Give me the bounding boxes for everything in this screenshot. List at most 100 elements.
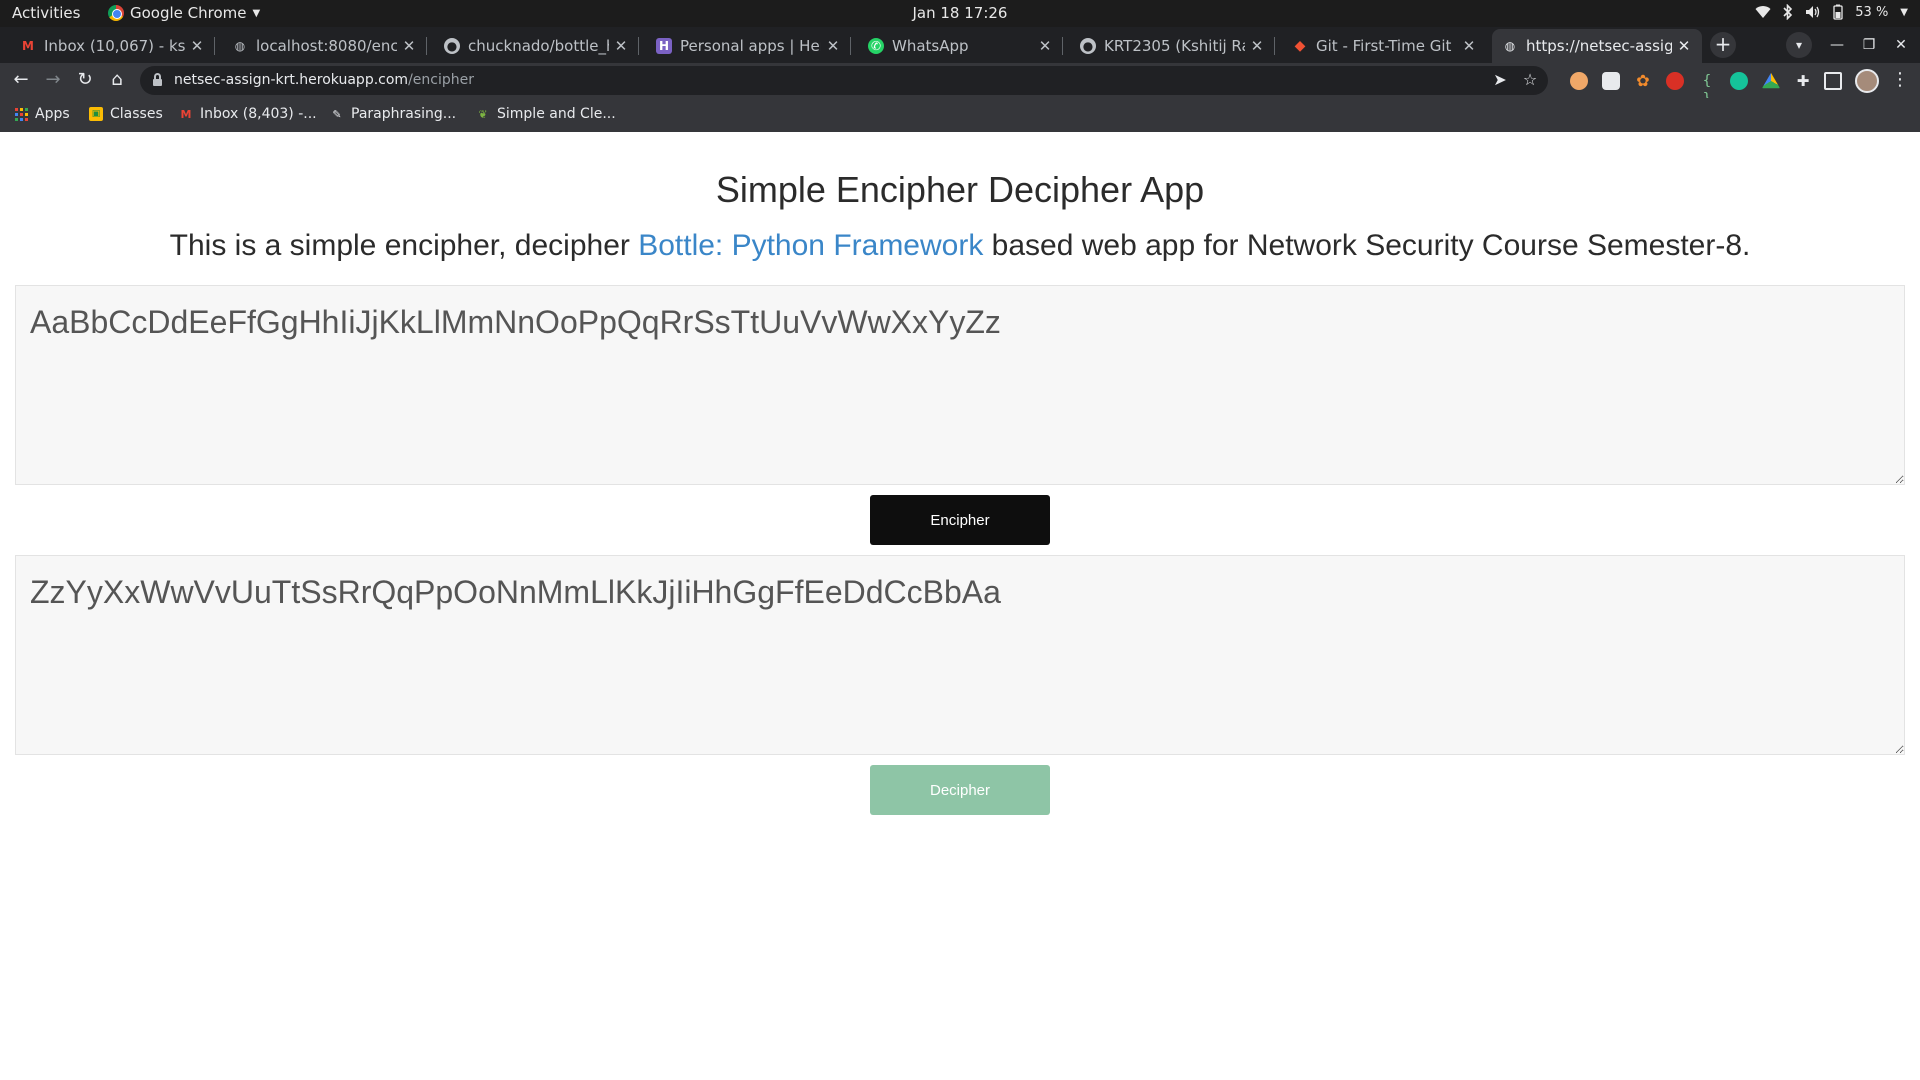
github-icon: ● [1080, 38, 1096, 54]
tab-title: https://netsec-assign [1526, 37, 1672, 55]
classroom-icon: ▣ [89, 107, 103, 121]
tab-netsec-assign[interactable]: ◍ https://netsec-assign ✕ [1492, 29, 1702, 63]
back-button[interactable]: ← [8, 67, 34, 93]
quill-icon: ✎ [332, 107, 342, 121]
tab-title: KRT2305 (Kshitij Ram [1104, 37, 1245, 55]
app-menu[interactable]: Google Chrome ▼ [108, 4, 260, 22]
url-path: /encipher [408, 72, 474, 88]
bookmark-paraphrasing[interactable]: ✎ Paraphrasing... [330, 106, 456, 122]
close-icon[interactable]: ✕ [613, 37, 629, 55]
battery-icon [1833, 4, 1843, 20]
gmail-icon: M [22, 39, 34, 53]
close-window-button[interactable]: ✕ [1890, 32, 1912, 58]
decipher-input[interactable]: ZzYyXxWwVvUuTtSsRrQqPpOoNnMmLlKkJjIiHhGg… [15, 555, 1905, 755]
bluetooth-icon [1783, 4, 1793, 20]
minimize-button[interactable]: — [1826, 32, 1848, 58]
side-panel-icon[interactable] [1824, 72, 1842, 90]
close-icon[interactable]: ✕ [401, 37, 417, 55]
url-domain: netsec-assign-krt.herokuapp.com [174, 72, 409, 88]
github-icon: ● [444, 38, 460, 54]
bookmark-label: Classes [110, 106, 163, 122]
tab-strip: M Inbox (10,067) - kstad ✕ ◍ localhost:8… [0, 27, 1920, 63]
bookmark-label: Paraphrasing... [351, 106, 457, 122]
close-icon[interactable]: ✕ [1461, 37, 1477, 55]
tab-title: Inbox (10,067) - kstad [44, 37, 185, 55]
tab-title: WhatsApp [892, 37, 969, 55]
close-icon[interactable]: ✕ [1676, 37, 1692, 55]
tab-gmail-inbox[interactable]: M Inbox (10,067) - kstad ✕ [10, 29, 215, 63]
extension-grid-icon[interactable] [1602, 72, 1620, 90]
tab-localhost[interactable]: ◍ localhost:8080/enc-de ✕ [222, 29, 427, 63]
web-page: Simple Encipher Decipher App This is a s… [0, 132, 1920, 1080]
whatsapp-icon: ✆ [868, 38, 884, 54]
page-subtitle: This is a simple encipher, decipher Bott… [0, 229, 1920, 263]
leaf-icon: ❦ [478, 107, 488, 121]
clock[interactable]: Jan 18 17:26 [913, 4, 1008, 22]
more-menu-icon[interactable]: ⋮ [1890, 67, 1910, 93]
tab-git-setup[interactable]: ◆ Git - First-Time Git Set ✕ [1282, 29, 1487, 63]
tab-title: Git - First-Time Git Set [1316, 37, 1457, 55]
send-to-devices-icon[interactable]: ➤ [1490, 70, 1510, 89]
google-drive-icon[interactable] [1762, 72, 1780, 89]
grammarly-icon[interactable] [1730, 72, 1748, 90]
bookmark-label: Apps [35, 106, 70, 122]
extension-braces-icon[interactable]: { } [1698, 72, 1716, 107]
tab-github-krt2305[interactable]: ● KRT2305 (Kshitij Ram ✕ [1070, 29, 1275, 63]
tab-search-button[interactable]: ▾ [1786, 32, 1812, 58]
bookmarks-bar: Apps ▣ Classes M Inbox (8,403) -... ✎ Pa… [0, 98, 1920, 132]
bookmark-label: Inbox (8,403) -... [200, 106, 317, 122]
git-icon: ◆ [1294, 38, 1306, 54]
close-icon[interactable]: ✕ [1037, 37, 1053, 55]
extension-cookie-icon[interactable] [1570, 72, 1588, 90]
bookmark-label: Simple and Cle... [497, 106, 616, 122]
app-menu-label: Google Chrome [130, 4, 247, 22]
address-bar[interactable]: netsec-assign-krt.herokuapp.com/encipher… [140, 66, 1548, 95]
page-title: Simple Encipher Decipher App [715, 169, 1205, 210]
bookmark-apps[interactable]: Apps [14, 106, 70, 122]
bookmark-simple-and-clean[interactable]: ❦ Simple and Cle... [476, 106, 616, 122]
subtitle-text-after: based web app for Network Security Cours… [983, 229, 1751, 262]
extensions-puzzle-icon[interactable]: ✚ [1794, 72, 1812, 90]
tab-title: chucknado/bottle_he [468, 37, 609, 55]
decipher-button[interactable]: Decipher [870, 765, 1050, 815]
battery-percent: 53 % [1855, 4, 1889, 20]
bookmark-inbox[interactable]: M Inbox (8,403) -... [179, 106, 317, 122]
volume-icon [1806, 6, 1820, 18]
lock-icon[interactable] [153, 73, 162, 86]
forward-button[interactable]: → [40, 67, 66, 93]
bookmark-star-icon[interactable]: ☆ [1520, 70, 1540, 89]
bottle-framework-link[interactable]: Bottle: Python Framework [638, 229, 983, 262]
globe-icon: ◍ [1504, 39, 1516, 53]
bookmark-classes[interactable]: ▣ Classes [89, 106, 163, 122]
system-top-bar: Activities Google Chrome ▼ Jan 18 17:26 … [0, 0, 1920, 27]
activities-button[interactable]: Activities [12, 4, 80, 22]
close-icon[interactable]: ✕ [1249, 37, 1265, 55]
apps-grid-icon [14, 107, 28, 121]
extension-network-icon[interactable]: ✿ [1634, 72, 1652, 90]
browser-toolbar: ← → ↻ ⌂ netsec-assign-krt.herokuapp.com/… [0, 63, 1920, 107]
home-button[interactable]: ⌂ [104, 67, 130, 93]
reload-button[interactable]: ↻ [72, 67, 98, 93]
encipher-input[interactable]: AaBbCcDdEeFfGgHhIiJjKkLlMmNnOoPpQqRrSsTt… [15, 285, 1905, 485]
tab-title: localhost:8080/enc-de [256, 37, 397, 55]
new-tab-button[interactable]: + [1710, 32, 1736, 58]
close-icon[interactable]: ✕ [825, 37, 841, 55]
heroku-icon: H [656, 38, 672, 54]
globe-icon: ◍ [234, 39, 246, 53]
encipher-button[interactable]: Encipher [870, 495, 1050, 545]
gmail-icon: M [180, 107, 192, 121]
restore-button[interactable]: ❐ [1858, 32, 1880, 58]
tab-github-bottle[interactable]: ● chucknado/bottle_he ✕ [434, 29, 639, 63]
tab-whatsapp[interactable]: ✆ WhatsApp ✕ [858, 29, 1063, 63]
caret-down-icon: ▼ [252, 7, 261, 19]
address-url[interactable]: netsec-assign-krt.herokuapp.com/encipher [174, 72, 474, 88]
caret-down-icon: ▼ [1900, 6, 1908, 18]
close-icon[interactable]: ✕ [189, 37, 205, 55]
profile-avatar[interactable] [1855, 69, 1879, 93]
chrome-logo-icon [108, 5, 124, 21]
tab-heroku-apps[interactable]: H Personal apps | Herok ✕ [646, 29, 851, 63]
system-tray[interactable]: 53 % ▼ [1755, 4, 1908, 20]
subtitle-text-before: This is a simple encipher, decipher [169, 229, 639, 262]
extension-adblock-icon[interactable] [1666, 72, 1684, 90]
wifi-icon [1755, 6, 1771, 19]
